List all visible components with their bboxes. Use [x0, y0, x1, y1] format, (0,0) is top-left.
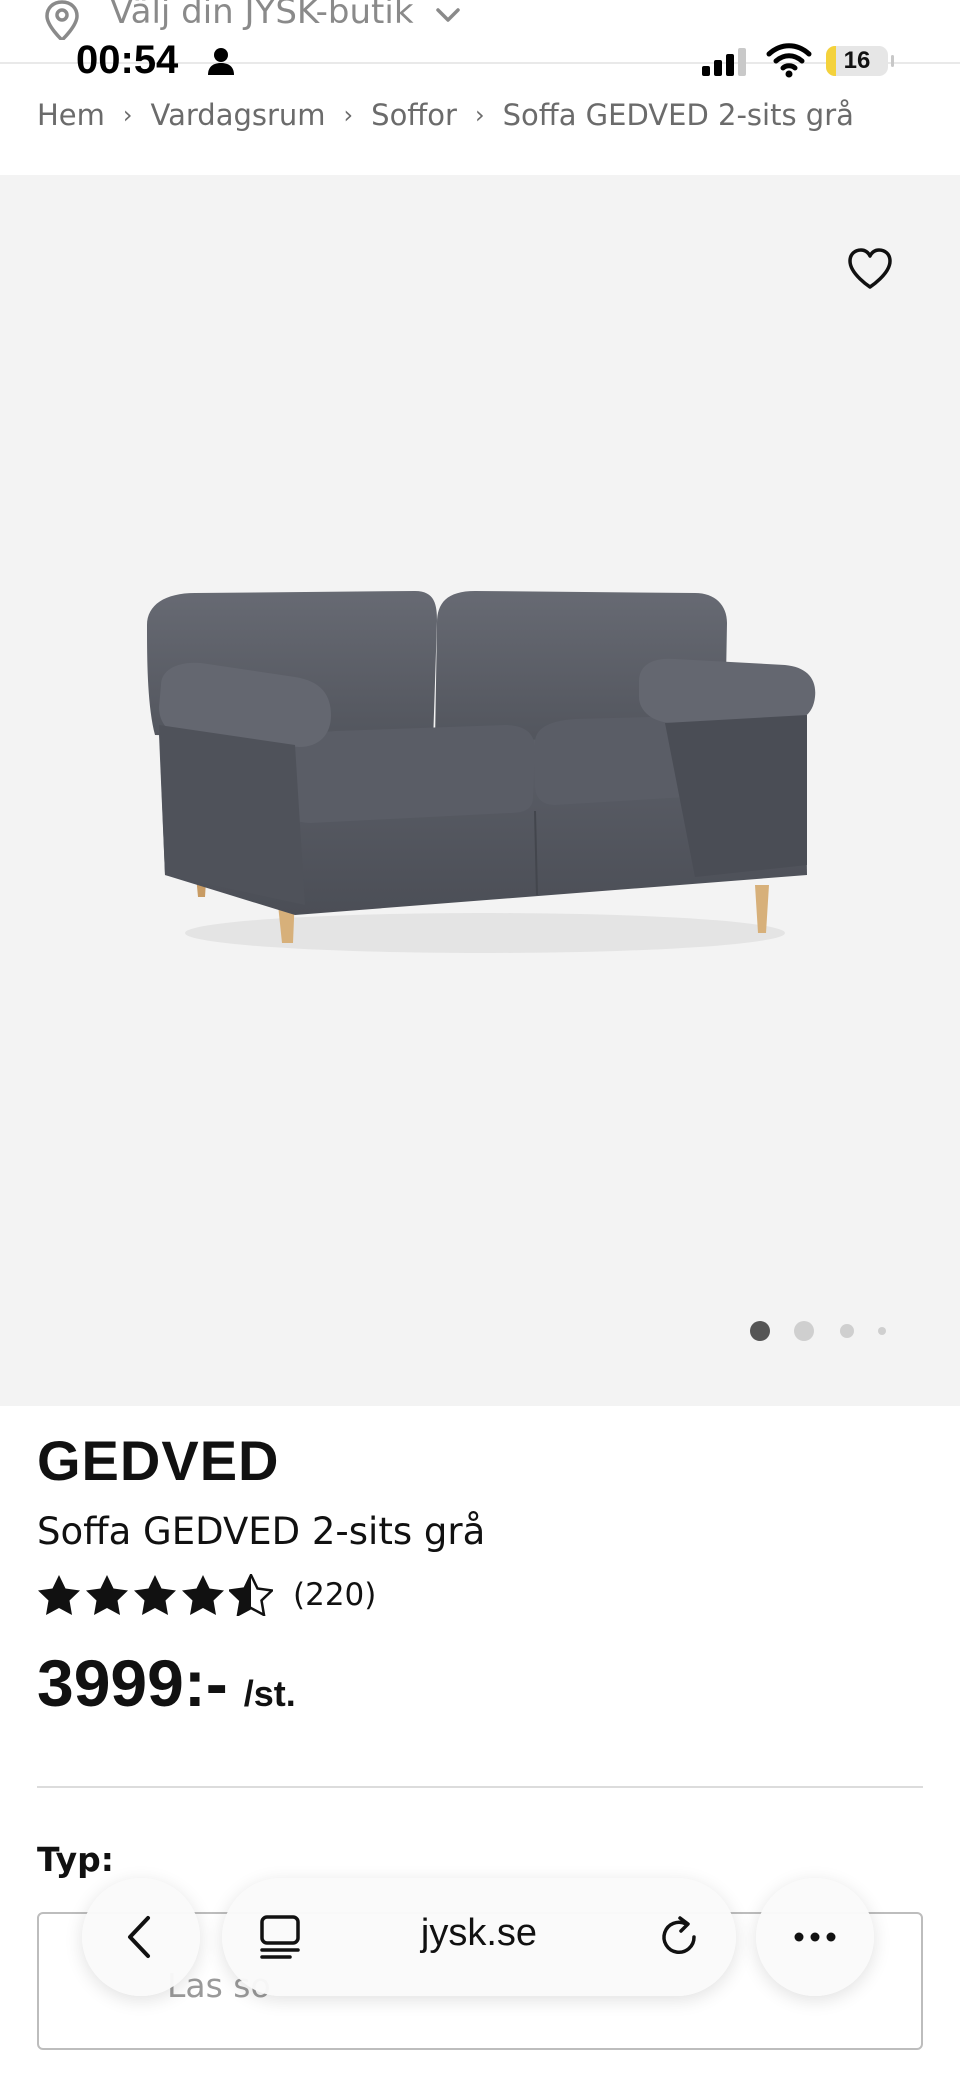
wifi-icon: [766, 42, 812, 82]
breadcrumb-item-hem[interactable]: Hem: [37, 98, 105, 132]
star-icon: [134, 1575, 176, 1615]
variant-label: Typ:: [37, 1840, 114, 1879]
product-image-gallery[interactable]: [0, 175, 960, 1406]
section-divider: [37, 1786, 923, 1788]
price-amount: 3999:-: [37, 1646, 228, 1720]
product-rating[interactable]: (220): [37, 1574, 376, 1616]
status-bar: 00:54 16: [0, 38, 960, 88]
half-star-icon: [229, 1574, 273, 1616]
breadcrumb-item-soffor[interactable]: Soffor: [371, 98, 457, 132]
star-icon: [182, 1575, 224, 1615]
person-icon: [206, 46, 236, 80]
gallery-pagination: [0, 1313, 960, 1343]
back-button[interactable]: [82, 1878, 200, 1996]
breadcrumb-separator-icon: ›: [474, 101, 485, 129]
heart-icon[interactable]: [846, 247, 894, 295]
product-brand: GEDVED: [37, 1429, 280, 1492]
more-button[interactable]: [756, 1878, 874, 1996]
chevron-left-icon: [128, 1916, 150, 1958]
star-icon: [38, 1575, 80, 1615]
sofa-product-image: [147, 591, 816, 953]
address-bar[interactable]: jysk.se: [222, 1878, 736, 1996]
star-icon: [86, 1575, 128, 1615]
pagination-dot[interactable]: [794, 1321, 814, 1341]
product-price: 3999:- /st.: [37, 1645, 296, 1721]
pagination-dot[interactable]: [878, 1327, 886, 1335]
store-selector-label[interactable]: Välj din JYSK-butik: [110, 0, 414, 32]
breadcrumb-item-current: Soffa GEDVED 2-sits grå: [502, 98, 854, 132]
pagination-dot[interactable]: [840, 1324, 854, 1338]
product-name: Soffa GEDVED 2-sits grå: [37, 1510, 486, 1553]
breadcrumb-separator-icon: ›: [343, 101, 354, 129]
price-unit: /st.: [243, 1673, 296, 1714]
pagination-dot-active[interactable]: [750, 1321, 770, 1341]
chevron-down-icon: [432, 4, 464, 32]
battery-indicator: 16: [826, 46, 888, 76]
battery-tip: [891, 55, 894, 67]
breadcrumb: Hem › Vardagsrum › Soffor › Soffa GEDVED…: [37, 98, 854, 132]
battery-level: 16: [843, 47, 871, 74]
cellular-signal-icon: [700, 46, 750, 80]
review-count[interactable]: (220): [293, 1577, 376, 1613]
rating-stars: [37, 1574, 273, 1616]
breadcrumb-separator-icon: ›: [122, 101, 133, 129]
breadcrumb-item-vardagsrum[interactable]: Vardagsrum: [151, 98, 326, 132]
more-icon: [794, 1932, 836, 1942]
reload-icon[interactable]: [656, 1914, 702, 1964]
status-time: 00:54: [76, 38, 179, 82]
